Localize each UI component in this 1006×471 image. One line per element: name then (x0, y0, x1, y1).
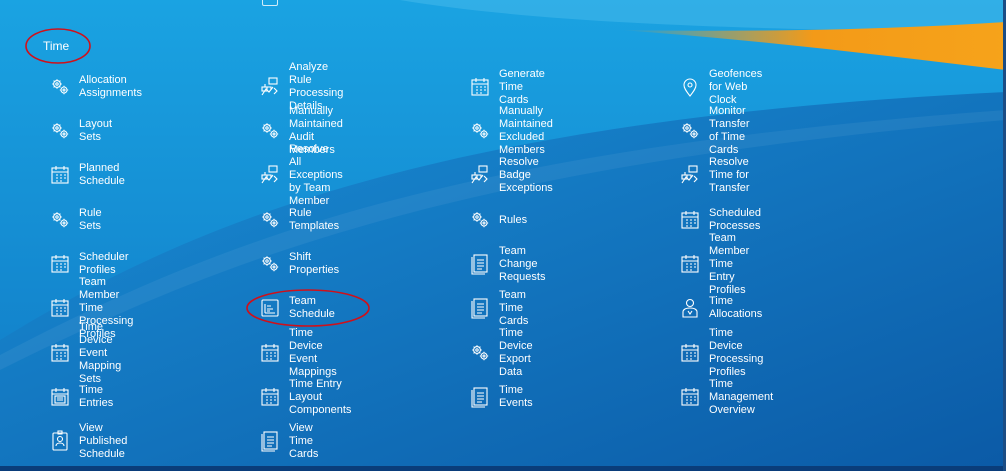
tile-view-published-schedule[interactable]: View Published Schedule (50, 421, 128, 460)
tile-label: Team Schedule (289, 295, 335, 320)
gears-icon (470, 209, 490, 231)
person-icon (680, 297, 700, 319)
tile-label: Generate Time Cards (499, 67, 545, 106)
gears-icon (50, 209, 70, 231)
tile-label: Layout Sets (79, 118, 113, 143)
tile-label: Manually Maintained Excluded Members (499, 105, 553, 156)
tile-allocation-assignments[interactable]: Allocation Assignments (50, 70, 142, 104)
tile-label: Time Device Processing Profiles (709, 327, 764, 378)
tile-resolve-time-for-transfer[interactable]: Resolve Time for Transfer (680, 155, 750, 194)
tile-label: Time Entries (79, 384, 114, 409)
tile-label: View Time Cards (289, 421, 319, 460)
workflow-icon (260, 164, 280, 186)
tile-time-entry-layout-components[interactable]: Time Entry Layout Components (260, 377, 352, 416)
calendar-icon (680, 342, 700, 364)
calendar-icon (262, 0, 278, 6)
tile-label: Monitor Transfer of Time Cards (709, 105, 750, 156)
tile-label: Scheduled Processes (709, 207, 761, 232)
tile-manually-maintained-excluded-members[interactable]: Manually Maintained Excluded Members (470, 105, 553, 156)
calendar-icon (50, 297, 70, 319)
tile-shift-properties[interactable]: Shift Properties (260, 247, 339, 281)
calendar-icon (50, 253, 70, 275)
tile-team-schedule[interactable]: Team Schedule (260, 291, 335, 325)
calendar-icon (680, 386, 700, 408)
tile-label: Time Allocations (709, 295, 763, 320)
document-icon (470, 297, 490, 319)
tile-time-events[interactable]: Time Events (470, 380, 533, 414)
location-pin-icon (680, 76, 700, 98)
tile-layout-sets[interactable]: Layout Sets (50, 114, 112, 148)
tile-label: View Published Schedule (79, 421, 128, 460)
tile-generate-time-cards[interactable]: Generate Time Cards (470, 67, 545, 106)
document-icon (260, 430, 280, 452)
workflow-icon (260, 76, 280, 98)
tile-time-device-event-mapping-sets[interactable]: Time Device Event Mapping Sets (50, 321, 121, 385)
calendar-icon (680, 209, 700, 231)
tile-time-device-processing-profiles[interactable]: Time Device Processing Profiles (680, 327, 763, 378)
tile-label: Time Events (499, 384, 533, 409)
tile-resolve-all-exceptions-by-team-member[interactable]: Resolve All Exceptions by Team Member (260, 143, 343, 207)
workflow-icon (470, 164, 490, 186)
gears-icon (260, 209, 280, 231)
time-entries-icon (50, 386, 70, 408)
document-icon (470, 386, 490, 408)
tile-time-entries[interactable]: Time Entries (50, 380, 113, 414)
tile-label: Resolve All Exceptions by Team Member (289, 142, 343, 207)
section-title: Time (43, 39, 70, 53)
tile-geofences-for-web-clock[interactable]: Geofences for Web Clock (680, 67, 763, 106)
tile-label: Resolve Time for Transfer (709, 155, 750, 194)
tile-label: Team Member Time Entry Profiles (709, 231, 750, 296)
tile-label: Geofences for Web Clock (709, 67, 763, 106)
tile-team-change-requests[interactable]: Team Change Requests (470, 244, 546, 283)
tile-time-device-event-mappings[interactable]: Time Device Event Mappings (260, 327, 337, 378)
calendar-icon (260, 386, 280, 408)
bottom-bar (0, 466, 1006, 471)
tile-label: Rules (499, 213, 528, 226)
tile-label: Time Management Overview (709, 377, 774, 416)
tile-label: Allocation Assignments (79, 74, 142, 99)
workflow-icon (680, 164, 700, 186)
tile-rules[interactable]: Rules (470, 203, 527, 237)
tile-resolve-badge-exceptions[interactable]: Resolve Badge Exceptions (470, 155, 553, 194)
id-badge-icon (50, 430, 70, 452)
tile-label: Team Change Requests (499, 244, 546, 283)
tile-rule-sets[interactable]: Rule Sets (50, 203, 102, 237)
gears-icon (50, 76, 70, 98)
tile-label: Rule Templates (289, 207, 340, 232)
tile-label: Scheduler Profiles (79, 251, 129, 276)
calendar-icon (680, 253, 700, 275)
tile-time-device-export-data[interactable]: Time Device Export Data (470, 327, 533, 378)
tile-time-management-overview[interactable]: Time Management Overview (680, 377, 774, 416)
tile-label: Shift Properties (289, 251, 340, 276)
document-icon (470, 253, 490, 275)
tile-label: Time Device Event Mapping Sets (79, 320, 122, 385)
calendar-icon (260, 342, 280, 364)
tile-rule-templates[interactable]: Rule Templates (260, 203, 339, 237)
gears-icon (470, 120, 490, 142)
tile-view-time-cards[interactable]: View Time Cards (260, 421, 319, 460)
calendar-icon (50, 342, 70, 364)
gears-icon (260, 120, 280, 142)
tile-label: Time Device Export Data (499, 327, 533, 378)
gears-icon (470, 342, 490, 364)
tile-team-member-time-entry-profiles[interactable]: Team Member Time Entry Profiles (680, 232, 749, 296)
gears-icon (50, 120, 70, 142)
tile-time-allocations[interactable]: Time Allocations (680, 291, 762, 325)
tile-label: Planned Schedule (79, 162, 125, 187)
tile-label: Time Entry Layout Components (289, 377, 352, 416)
schedule-chart-icon (260, 297, 280, 319)
gears-icon (260, 253, 280, 275)
tile-team-time-cards[interactable]: Team Time Cards (470, 288, 529, 327)
calendar-icon (470, 76, 490, 98)
tile-label: Resolve Badge Exceptions (499, 155, 553, 194)
tile-label: Rule Sets (79, 207, 102, 232)
tile-monitor-transfer-of-time-cards[interactable]: Monitor Transfer of Time Cards (680, 105, 750, 156)
tile-label: Team Time Cards (499, 288, 529, 327)
calendar-icon (50, 164, 70, 186)
tile-analyze-rule-processing-details[interactable]: Analyze Rule Processing Details (260, 61, 343, 112)
gears-icon (680, 120, 700, 142)
tile-planned-schedule[interactable]: Planned Schedule (50, 158, 125, 192)
tile-label: Time Device Event Mappings (289, 327, 337, 378)
